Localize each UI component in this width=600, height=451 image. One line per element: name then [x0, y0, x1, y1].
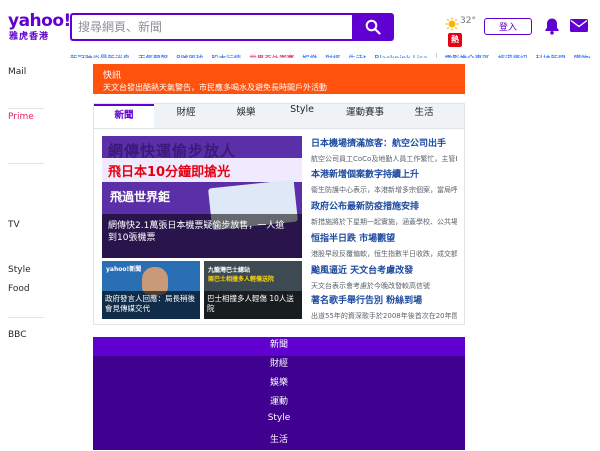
menu-item-lifestyle[interactable]: 生活	[93, 432, 465, 451]
left-nav: Mail Prime TV Style Food BBC	[0, 60, 60, 450]
signin-button[interactable]: 登入	[484, 18, 532, 35]
search-button[interactable]	[352, 13, 394, 41]
trending-link[interactable]: 天氣預報	[138, 54, 168, 58]
weather-temperature: 32°	[460, 16, 476, 26]
story-item[interactable]: 颱風逼近 天文台考慮改發 天文台表示會考慮於今晚改發較高信號	[311, 263, 457, 291]
nav-food[interactable]: Food	[8, 284, 30, 294]
logo-word: yahoo!	[8, 11, 71, 31]
trending-link[interactable]: 生活t	[348, 54, 366, 58]
story-summary: 航空公司員工CoCo及地勤人員工作繁忙，主管Bruce表示...	[311, 155, 457, 163]
trending-link[interactable]: 購物優惠推介	[574, 54, 590, 58]
search-bar	[70, 13, 394, 41]
thumb-story[interactable]: yahoo!新聞 政府發言人回應：局長稍後會見傳媒交代	[102, 261, 200, 319]
nav-divider	[8, 163, 44, 164]
nav-bbc[interactable]: BBC	[8, 330, 26, 340]
story-headline[interactable]: 日本機場擠滿旅客：航空公司出手	[311, 136, 457, 149]
trending-link[interactable]: 科技新聞	[536, 54, 566, 58]
tab-style[interactable]: Style	[272, 104, 332, 128]
hero-caption: 網傳快2.1萬張日本機票疑偷步放售，一人搶到10張機票	[108, 221, 285, 243]
tab-entertainment[interactable]: 娛樂	[216, 104, 276, 128]
story-item[interactable]: 著名歌手舉行告別 粉絲到場 出道55年的資深歌手於2008年後首次在20年間舉行…	[311, 293, 457, 321]
story-headline[interactable]: 著名歌手舉行告別 粉絲到場	[311, 293, 457, 306]
thumb-label: 九龍灣巴士總站	[208, 267, 251, 274]
thumb-caption: 政府發言人回應：局長稍後會見傳媒交代	[105, 294, 195, 313]
nav-style[interactable]: Style	[8, 265, 31, 275]
story-headline[interactable]: 恒指半日跌 市場觀望	[311, 231, 457, 244]
story-headline[interactable]: 本港新增個案數字持續上升	[311, 167, 457, 180]
tab-news[interactable]: 新聞	[94, 104, 154, 128]
hero-headline-2: 飛日本10分鐘即搶光	[108, 165, 231, 180]
bell-icon[interactable]	[544, 17, 560, 35]
nav-tv[interactable]: TV	[8, 220, 20, 230]
trending-link[interactable]: Blackpink Lisa	[374, 54, 427, 58]
alert-title: 快訊	[103, 71, 122, 81]
story-headline[interactable]: 颱風逼近 天文台考慮改發	[311, 263, 457, 276]
hero-story[interactable]: 網傳快運偷步放人 飛日本10分鐘即搶光 飛過世界鉅 網傳快2.1萬張日本機票疑偷…	[102, 136, 302, 258]
trending-link[interactable]: 8號風球	[176, 54, 203, 58]
story-item[interactable]: 恒指半日跌 市場觀望 港股早段反覆偏軟，恒生指數半日收跌，成交額較上日減少，科技…	[311, 231, 457, 259]
story-summary: 天文台表示會考慮於今晚改發較高信號	[311, 282, 430, 290]
tab-sports[interactable]: 運動賽事	[332, 104, 398, 128]
search-input[interactable]	[70, 13, 352, 41]
story-summary: 衞生防護中心表示，本港新增多宗個案，當局呼籲市民保持警覺及注意個人衞生	[311, 186, 457, 194]
trending-divider	[435, 52, 437, 58]
thumb-logo: yahoo!新聞	[106, 266, 142, 273]
thumb-story[interactable]: 九龍灣巴士總站 兩巴士相撞多人輕傷送院 巴士相撞多人輕傷 10人送院	[204, 261, 302, 319]
trending-link[interactable]: 世界盃外圍賽	[249, 54, 294, 58]
trending-searches: 新冠肺炎最新消息 天氣預報 8號風球 股市行情 世界盃外圍賽 娛樂 財經 生活t Blackpi…	[70, 46, 590, 58]
sun-icon	[445, 17, 459, 31]
menu-item-news[interactable]: 新聞	[93, 337, 465, 356]
trending-link[interactable]: 娛樂	[302, 54, 317, 58]
story-item[interactable]: 政府公布最新防疫措施安排 新措施將於下星期一起實施，涵蓋學校、公共場所及交通運輸…	[311, 199, 457, 227]
thumb-caption: 巴士相撞多人輕傷 10人送院	[207, 294, 294, 313]
story-item[interactable]: 本港新增個案數字持續上升 衞生防護中心表示，本港新增多宗個案，當局呼籲市民保持警…	[311, 167, 457, 195]
menu-item-entertainment[interactable]: 娛樂	[93, 375, 465, 394]
story-summary: 新措施將於下星期一起實施，涵蓋學校、公共場所及交通運輸等多方面的安排	[311, 218, 457, 226]
story-item[interactable]: 日本機場擠滿旅客：航空公司出手 航空公司員工CoCo及地勤人員工作繁忙，主管Br…	[311, 136, 457, 164]
trending-link[interactable]: 財經	[325, 54, 340, 58]
nav-prime[interactable]: Prime	[8, 112, 34, 122]
tab-lifestyle[interactable]: 生活	[394, 104, 454, 128]
alert-message: 天文台發出酷熱天氣警告，市民應多喝水及避免長時間戶外活動	[103, 83, 327, 92]
news-module: 新聞 財經 娛樂 Style 運動賽事 生活 網傳快運偷步放人 飛日本10分鐘即…	[93, 103, 465, 325]
breaking-news-banner[interactable]: 快訊 天文台發出酷熱天氣警告，市民應多喝水及避免長時間戶外活動	[93, 64, 465, 94]
trending-link[interactable]: 旅遊資訊	[498, 54, 528, 58]
trending-link[interactable]: 電影推介專區	[445, 54, 490, 58]
tab-finance[interactable]: 財經	[156, 104, 216, 128]
story-summary: 出道55年的資深歌手於2008年後首次在20年間舉行演唱會	[311, 312, 457, 320]
menu-item-sports[interactable]: 運動	[93, 394, 465, 413]
yahoo-logo[interactable]: yahoo! 雅虎香港	[8, 11, 71, 42]
news-tabs: 新聞 財經 娛樂 Style 運動賽事 生活	[94, 104, 464, 129]
hero-headline-3: 飛過世界鉅	[110, 190, 171, 204]
thumb-label-2: 兩巴士相撞多人輕傷送院	[208, 276, 275, 283]
story-summary: 港股早段反覆偏軟，恒生指數半日收跌，成交額較上日減少，科技股普遍下跌	[311, 250, 457, 258]
story-headline[interactable]: 政府公布最新防疫措施安排	[311, 199, 457, 212]
menu-item-finance[interactable]: 財經	[93, 356, 465, 375]
trending-link[interactable]: 新冠肺炎最新消息	[70, 54, 130, 58]
menu-item-style[interactable]: Style	[93, 413, 465, 432]
search-icon	[365, 19, 381, 35]
logo-sub: 雅虎香港	[9, 32, 50, 42]
nav-divider	[8, 108, 44, 109]
heat-warning-badge: 熱	[448, 33, 462, 47]
section-menu: 新聞 財經 娛樂 運動 Style 生活	[93, 337, 465, 450]
nav-mail[interactable]: Mail	[8, 67, 26, 77]
trending-link[interactable]: 股市行情	[211, 54, 241, 58]
nav-divider	[8, 317, 44, 318]
mail-icon[interactable]	[570, 19, 588, 32]
